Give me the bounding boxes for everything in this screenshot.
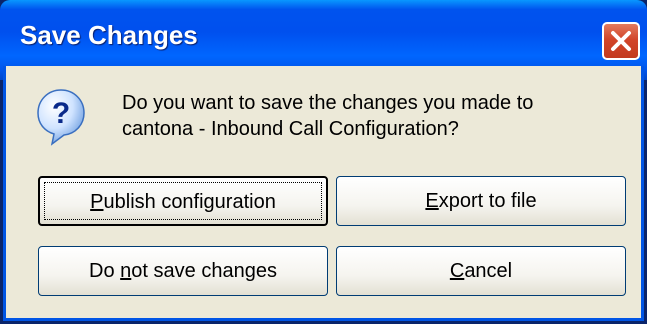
cancel-label: Cancel — [449, 260, 513, 282]
close-icon — [611, 31, 631, 51]
message-line-1: Do you want to save the changes you made… — [122, 92, 534, 114]
save-changes-dialog: Save Changes ? Do you want to save the c… — [0, 0, 647, 324]
publish-configuration-button[interactable]: Publish configuration — [38, 176, 328, 226]
do-not-save-changes-button[interactable]: Do not save changes — [38, 246, 328, 296]
dialog-body: ? Do you want to save the changes you ma… — [3, 66, 644, 321]
publish-configuration-label: Publish configuration — [90, 191, 276, 213]
export-to-file-label: Export to file — [425, 190, 537, 212]
cancel-button[interactable]: Cancel — [336, 246, 626, 296]
question-icon: ? — [37, 89, 85, 146]
window-title: Save Changes — [20, 20, 198, 50]
message-line-2: cantona - Inbound Call Configuration? — [122, 118, 459, 140]
mnemonic-p: P — [90, 191, 104, 213]
mnemonic-e: E — [425, 190, 439, 212]
close-button[interactable] — [602, 22, 640, 60]
export-to-file-button[interactable]: Export to file — [336, 176, 626, 226]
message-text: Do you want to save the changes you made… — [122, 90, 622, 142]
mnemonic-n: n — [120, 260, 132, 282]
do-not-save-changes-label: Do not save changes — [89, 260, 277, 282]
svg-text:?: ? — [52, 97, 70, 130]
mnemonic-c: C — [449, 260, 465, 282]
